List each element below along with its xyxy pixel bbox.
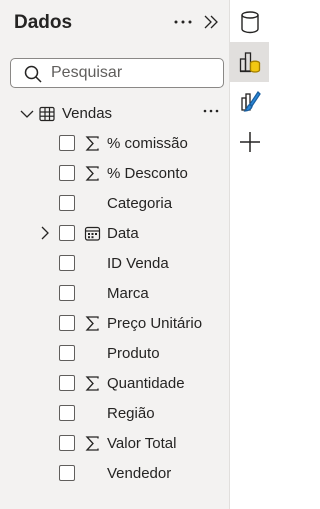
add-icon — [240, 132, 260, 152]
table-vendas[interactable]: Vendas — [0, 101, 230, 127]
field-label: ID Venda — [107, 255, 169, 272]
collapse-pane-icon[interactable] — [198, 10, 224, 34]
data-pane: Dados Vendas % comissão % Desconto Categor… — [0, 0, 230, 509]
sigma-icon — [84, 375, 101, 392]
field-item[interactable]: Vendedor — [0, 458, 230, 488]
field-item[interactable]: Quantidade — [0, 368, 230, 398]
pane-title: Dados — [14, 12, 73, 33]
field-label: Preço Unitário — [107, 315, 203, 332]
field-label: Vendedor — [107, 465, 172, 482]
field-checkbox[interactable] — [59, 195, 75, 211]
data-pane-button[interactable] — [230, 2, 269, 42]
field-item[interactable]: Marca — [0, 278, 230, 308]
field-checkbox[interactable] — [59, 165, 75, 181]
more-options-icon[interactable] — [170, 10, 196, 34]
field-label: % Desconto — [107, 165, 188, 182]
sigma-icon — [84, 165, 101, 182]
table-icon — [39, 106, 55, 122]
search-box[interactable] — [10, 58, 224, 88]
field-item[interactable]: Região — [0, 398, 230, 428]
field-item[interactable]: Preço Unitário — [0, 308, 230, 338]
field-item[interactable]: Data — [0, 218, 230, 248]
field-checkbox[interactable] — [59, 405, 75, 421]
field-item[interactable]: Produto — [0, 338, 230, 368]
field-item[interactable]: Valor Total — [0, 428, 230, 458]
field-item[interactable]: ID Venda — [0, 248, 230, 278]
field-label: Categoria — [107, 195, 173, 212]
build-visual-button[interactable] — [230, 42, 269, 82]
add-pane-button[interactable] — [230, 122, 269, 162]
field-item[interactable]: Categoria — [0, 188, 230, 218]
search-icon — [23, 64, 43, 84]
field-label: Quantidade — [107, 375, 185, 392]
build-visual-icon — [239, 52, 261, 73]
field-label: Marca — [107, 285, 149, 302]
field-checkbox[interactable] — [59, 345, 75, 361]
field-item[interactable]: % Desconto — [0, 158, 230, 188]
field-checkbox[interactable] — [59, 255, 75, 271]
field-label: Região — [107, 405, 155, 422]
chevron-right-icon[interactable] — [38, 226, 52, 240]
table-name: Vendas — [62, 105, 113, 122]
format-visual-button[interactable] — [230, 82, 269, 122]
field-checkbox[interactable] — [59, 285, 75, 301]
chevron-down-icon[interactable] — [20, 107, 34, 121]
field-item[interactable]: % comissão — [0, 128, 230, 158]
pane-switcher-rail — [230, 0, 269, 509]
field-checkbox[interactable] — [59, 225, 75, 241]
database-icon — [241, 11, 259, 34]
table-more-options-icon[interactable] — [201, 105, 221, 121]
format-brush-icon — [241, 90, 261, 112]
field-checkbox[interactable] — [59, 435, 75, 451]
field-label: % comissão — [107, 135, 188, 152]
field-checkbox[interactable] — [59, 135, 75, 151]
sigma-icon — [84, 315, 101, 332]
search-input[interactable] — [51, 62, 216, 84]
field-checkbox[interactable] — [59, 465, 75, 481]
calendar-icon — [84, 225, 101, 242]
field-label: Data — [107, 225, 139, 242]
field-label: Valor Total — [107, 435, 177, 452]
field-label: Produto — [107, 345, 160, 362]
field-checkbox[interactable] — [59, 315, 75, 331]
sigma-icon — [84, 135, 101, 152]
sigma-icon — [84, 435, 101, 452]
field-checkbox[interactable] — [59, 375, 75, 391]
